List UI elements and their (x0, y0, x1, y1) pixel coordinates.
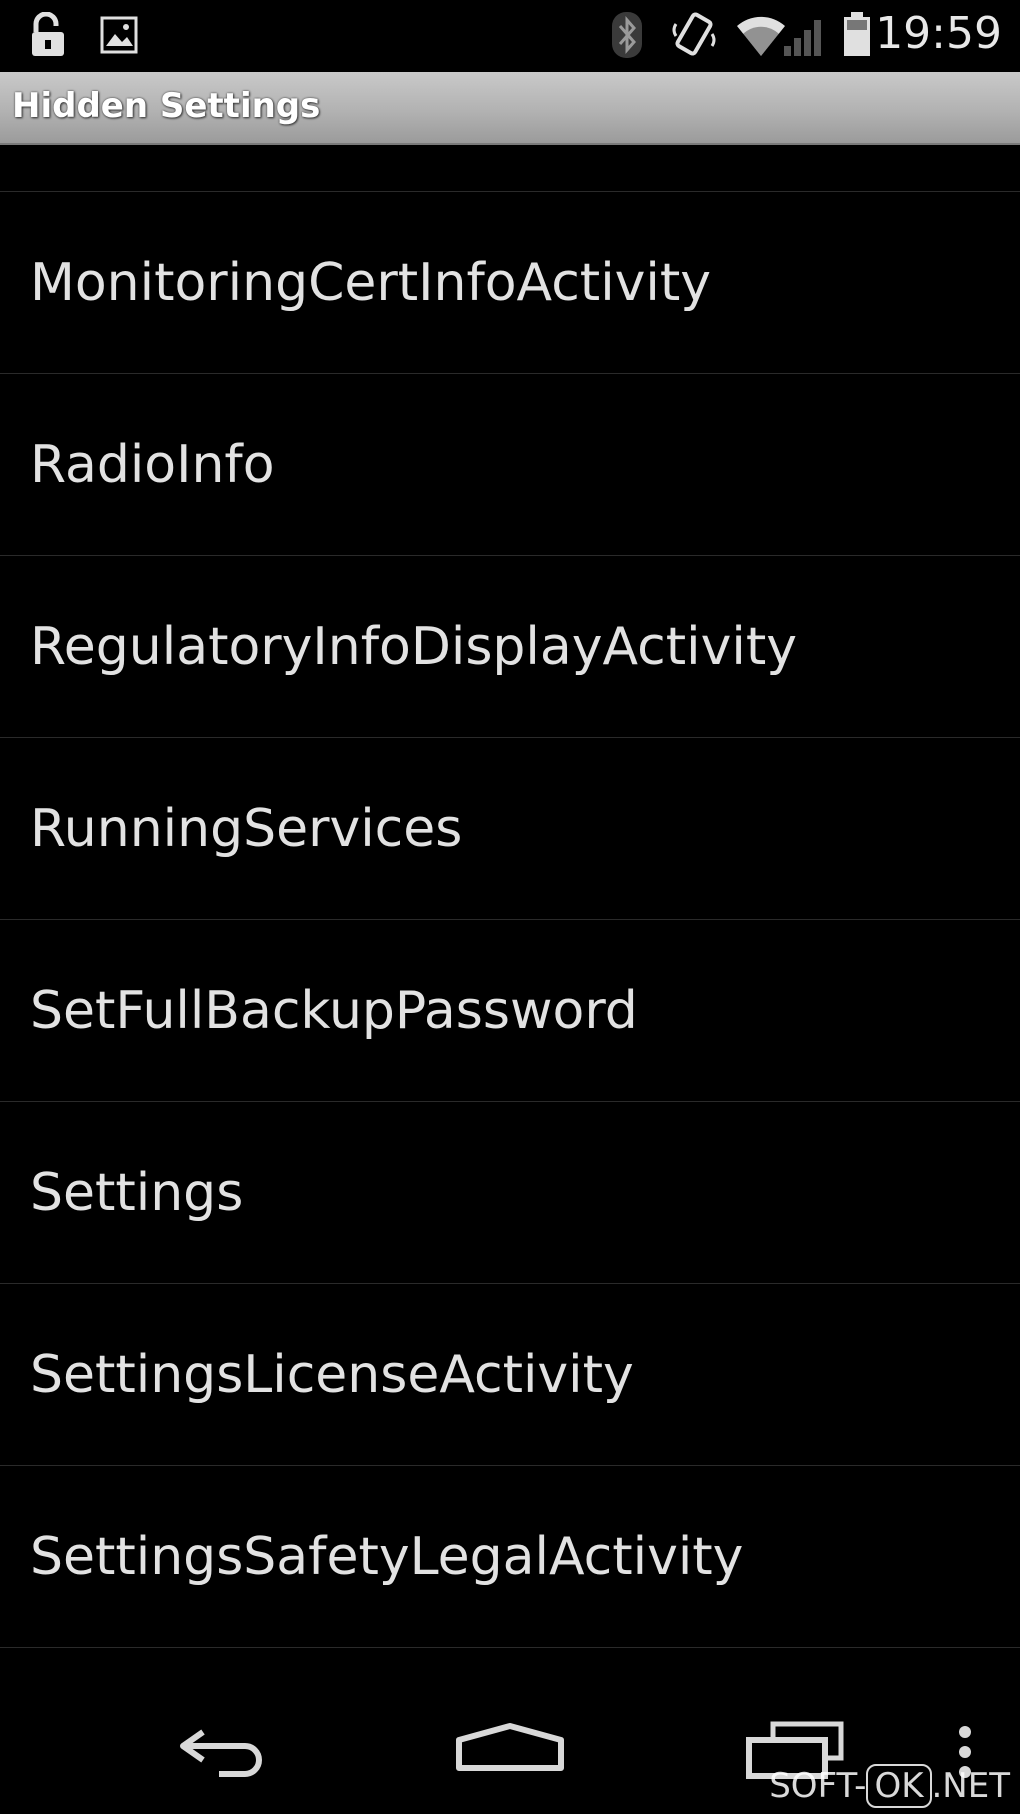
list-item-settings-safety-legal-activity[interactable]: SettingsSafetyLegalActivity (0, 1466, 1020, 1648)
watermark-boxed: OK (866, 1764, 932, 1808)
watermark-suffix: .NET (931, 1766, 1011, 1806)
list-item-label: RadioInfo (30, 434, 275, 495)
list-item-monitoring-cert-info-activity[interactable]: MonitoringCertInfoActivity (0, 192, 1020, 374)
list-item-radio-info[interactable]: RadioInfo (0, 374, 1020, 556)
list-item-label: SetFullBackupPassword (30, 980, 638, 1041)
unlock-icon (32, 12, 64, 56)
title-bar: Hidden Settings (0, 72, 1020, 145)
back-icon[interactable] (175, 1720, 275, 1780)
image-icon (100, 16, 138, 54)
list-item-label: RunningServices (30, 798, 463, 859)
page-title: Hidden Settings (12, 86, 321, 126)
list-top-divider (0, 143, 1020, 192)
bluetooth-icon (612, 12, 642, 58)
watermark: SOFT- OK .NET (769, 1764, 1011, 1808)
list-item-label: SettingsSafetyLegalActivity (30, 1526, 744, 1587)
list-item-label: Settings (30, 1162, 244, 1223)
wifi-icon (737, 16, 785, 56)
signal-icon (784, 20, 821, 56)
status-bar: 19:59 (0, 0, 1020, 72)
settings-list: MonitoringCertInfoActivity RadioInfo Reg… (0, 143, 1020, 1648)
list-item-label: RegulatoryInfoDisplayActivity (30, 616, 797, 677)
clock: 19:59 (875, 8, 1002, 59)
list-item-settings-license-activity[interactable]: SettingsLicenseActivity (0, 1284, 1020, 1466)
list-item-label: MonitoringCertInfoActivity (30, 252, 712, 313)
watermark-prefix: SOFT- (769, 1766, 867, 1806)
list-item-label: SettingsLicenseActivity (30, 1344, 634, 1405)
list-item-settings[interactable]: Settings (0, 1102, 1020, 1284)
vibrate-icon (672, 12, 716, 56)
list-item-regulatory-info-display-activity[interactable]: RegulatoryInfoDisplayActivity (0, 556, 1020, 738)
home-icon[interactable] (455, 1722, 565, 1772)
list-item-running-services[interactable]: RunningServices (0, 738, 1020, 920)
list-item-set-full-backup-password[interactable]: SetFullBackupPassword (0, 920, 1020, 1102)
battery-icon (844, 12, 870, 56)
